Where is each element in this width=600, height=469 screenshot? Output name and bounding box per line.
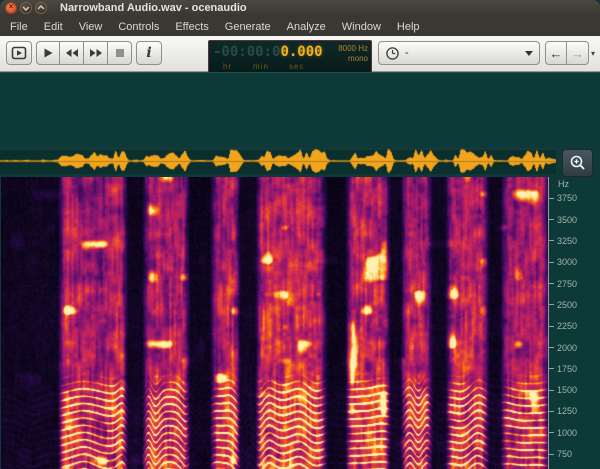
freq-tick-label: 2500: [557, 299, 578, 310]
freq-tick-label: 3000: [557, 257, 578, 268]
time-overflow-digits: -00:00:0: [213, 44, 281, 60]
back-arrow-icon: ←: [549, 45, 563, 61]
unit-sec-label: sec: [289, 62, 305, 71]
stop-icon: [115, 49, 124, 57]
forward-button[interactable]: →: [567, 41, 589, 65]
forward-arrow-icon: →: [571, 45, 584, 61]
freq-tick: [549, 410, 554, 412]
audio-format-info: 8000 Hz mono: [338, 44, 368, 64]
menu-item-edit[interactable]: Edit: [36, 21, 71, 33]
freq-tick-label: 2250: [557, 321, 578, 332]
history-nav: ← → ▾: [545, 41, 595, 65]
freq-tick-label: 1250: [557, 406, 578, 417]
freq-tick: [549, 368, 554, 370]
info-icon: i: [146, 45, 152, 61]
freq-tick-label: 1750: [557, 363, 578, 374]
freq-tick: [549, 325, 554, 327]
play-button[interactable]: [36, 41, 60, 65]
menu-item-window[interactable]: Window: [334, 21, 389, 33]
title-bar: × Narrowband Audio.wav - ocenaudio: [0, 0, 600, 18]
freq-tick: [549, 304, 554, 306]
freq-tick-label: 2000: [557, 342, 578, 353]
menu-item-help[interactable]: Help: [389, 21, 428, 33]
sample-rate-label: 8000 Hz: [338, 44, 368, 53]
play-icon: [44, 48, 53, 58]
time-units: hr min sec: [209, 62, 329, 71]
spectrogram-view[interactable]: [1, 177, 548, 469]
freq-tick-label: 3250: [557, 235, 578, 246]
window-title: Narrowband Audio.wav - ocenaudio: [60, 2, 247, 14]
time-digits: -00:00:00.000: [213, 44, 323, 60]
rewind-button[interactable]: [60, 41, 84, 65]
menu-item-generate[interactable]: Generate: [217, 21, 279, 33]
nav-caret-icon: ▾: [591, 48, 596, 58]
menu-item-file[interactable]: File: [2, 21, 36, 33]
back-button[interactable]: ←: [545, 41, 567, 65]
time-display: -00:00:00.000 hr min sec 8000 Hz mono: [208, 40, 372, 73]
time-value: 0.000: [280, 44, 323, 60]
menu-item-view[interactable]: View: [71, 21, 111, 33]
freq-tick: [549, 347, 554, 348]
menu-item-effects[interactable]: Effects: [167, 21, 216, 33]
freq-tick: [549, 219, 554, 221]
waveform-overview[interactable]: [0, 148, 556, 174]
close-icon: ×: [8, 2, 14, 11]
zoom-button[interactable]: [562, 149, 593, 177]
freq-tick-label: 3750: [557, 193, 578, 204]
freq-tick: [549, 432, 554, 434]
rewind-icon: [65, 49, 78, 57]
chevron-down-icon: [22, 6, 30, 11]
bookmark-value: -: [405, 47, 409, 59]
close-button[interactable]: ×: [5, 2, 17, 14]
transport-controls: [36, 41, 132, 65]
freq-tick-label: 3500: [557, 214, 578, 225]
menu-item-controls[interactable]: Controls: [110, 21, 167, 33]
menu-item-analyze[interactable]: Analyze: [279, 21, 334, 33]
bookmark-dropdown[interactable]: -: [378, 41, 540, 65]
app-window: × Narrowband Audio.wav - ocenaudio File E…: [0, 0, 600, 469]
freq-axis-line: [548, 177, 549, 469]
stop-button[interactable]: [108, 41, 132, 65]
freq-tick-label: 750: [557, 449, 573, 460]
clock-icon: [386, 46, 399, 60]
play-device-icon: [11, 46, 27, 60]
editor-area: Hz 3750 3500 3250 3000 2750 2500 2250 2000 1750 1…: [0, 72, 600, 469]
freq-tick-label: 1500: [557, 385, 578, 396]
freq-tick: [549, 261, 554, 263]
play-device-button[interactable]: [6, 41, 32, 65]
fast-forward-icon: [89, 49, 102, 57]
freq-tick: [549, 197, 554, 199]
unit-hr-label: hr: [223, 62, 233, 71]
channel-mode-label: mono: [347, 54, 368, 63]
dropdown-caret-icon: [525, 50, 533, 56]
maximize-button[interactable]: [35, 2, 47, 14]
fast-forward-button[interactable]: [84, 41, 108, 65]
freq-tick: [549, 453, 554, 455]
minimize-button[interactable]: [20, 2, 32, 14]
freq-tick-label: 2750: [557, 278, 578, 289]
freq-tick: [549, 389, 554, 391]
unit-min-label: min: [253, 62, 269, 71]
freq-tick: [549, 240, 554, 242]
freq-unit-label: Hz: [558, 179, 569, 189]
freq-tick-label: 1000: [557, 427, 578, 438]
magnifier-plus-icon: [570, 155, 585, 170]
menu-bar: File Edit View Controls Effects Generate Analy…: [0, 17, 600, 36]
toolbar: i -00:00:00.000 hr min sec 8000 Hz mono …: [0, 36, 600, 73]
info-button[interactable]: i: [136, 41, 162, 65]
freq-tick: [549, 283, 554, 285]
chevron-up-icon: [37, 5, 45, 10]
